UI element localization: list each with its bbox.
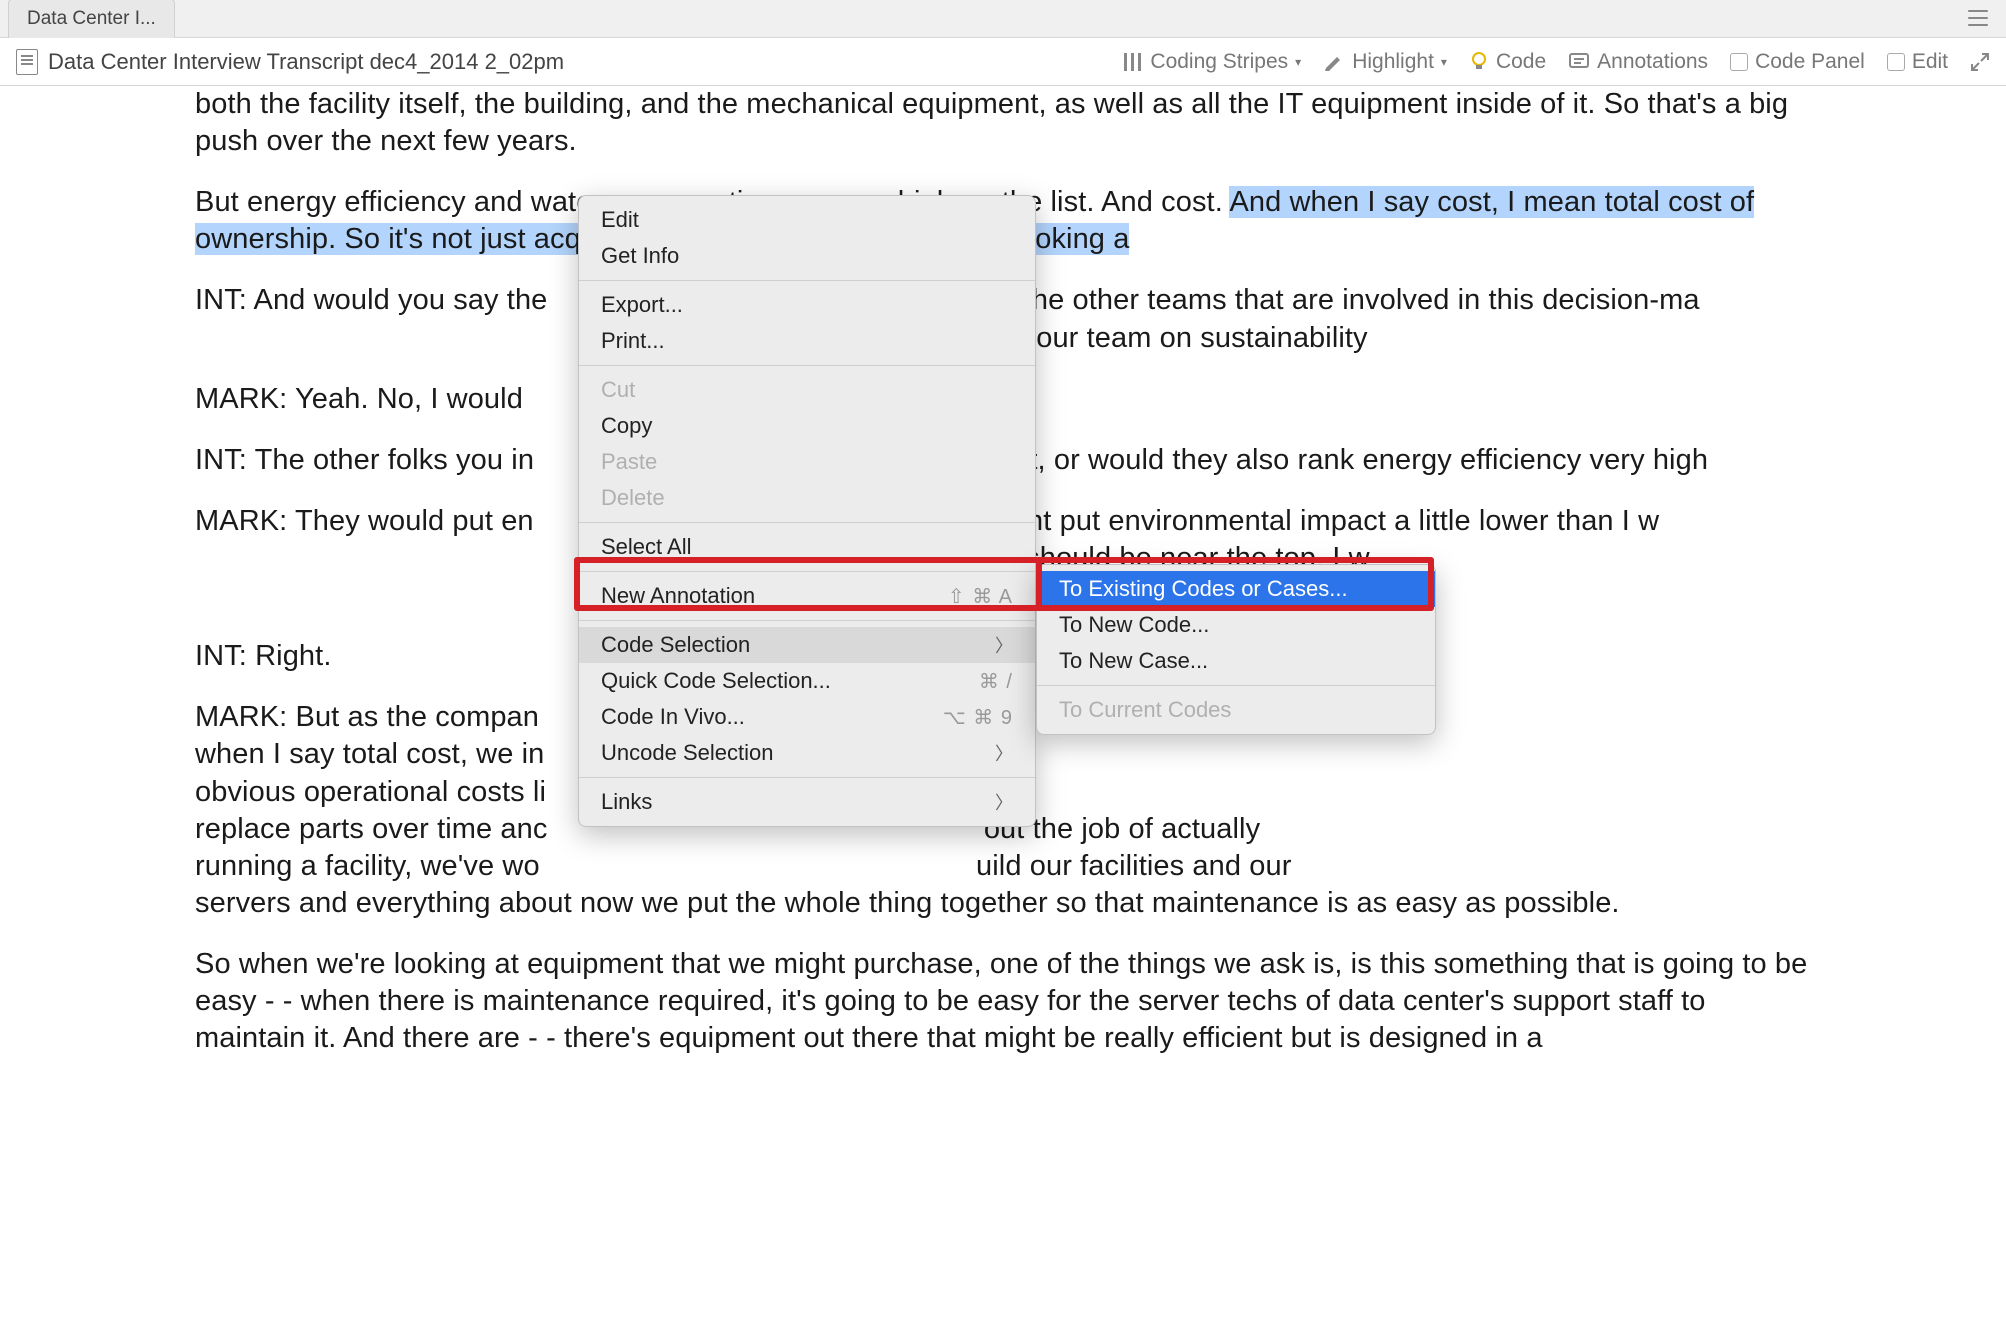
text-run: when I say total cost, we in	[195, 738, 544, 770]
menu-item-quick-code-selection[interactable]: Quick Code Selection... ⌘ /	[579, 663, 1035, 699]
document-icon	[16, 49, 38, 75]
menu-item-links[interactable]: Links 〉	[579, 784, 1035, 820]
text-run: uild our facilities and our	[976, 850, 1291, 882]
code-label: Code	[1496, 50, 1546, 74]
text-run: replace parts over time anc	[195, 813, 547, 845]
highlight-button[interactable]: Highlight ▾	[1323, 50, 1447, 74]
annotations-button[interactable]: Annotations	[1568, 50, 1708, 74]
document-toolbar: Data Center Interview Transcript dec4_20…	[0, 38, 2006, 86]
text-run: MARK: They would put en	[195, 505, 534, 537]
menu-item-code-selection[interactable]: Code Selection 〉	[579, 627, 1035, 663]
submenu-item-to-existing[interactable]: To Existing Codes or Cases...	[1037, 571, 1435, 607]
context-menu: Edit Get Info Export... Print... Cut Cop…	[578, 195, 1036, 827]
annotation-icon	[1568, 52, 1590, 72]
submenu-item-to-current-codes: To Current Codes	[1037, 692, 1435, 728]
tab-bar: Data Center I...	[0, 0, 2006, 38]
menu-separator	[579, 280, 1035, 281]
chevron-right-icon: 〉	[995, 789, 1013, 815]
menu-item-edit[interactable]: Edit	[579, 202, 1035, 238]
edit-label: Edit	[1912, 50, 1948, 74]
caret-down-icon: ▾	[1441, 55, 1447, 69]
text-run: servers and everything about now we put …	[195, 887, 1620, 919]
keyboard-shortcut: ⇧ ⌘ A	[948, 584, 1013, 609]
menu-item-uncode-selection[interactable]: Uncode Selection 〉	[579, 735, 1035, 771]
menu-item-export[interactable]: Export...	[579, 287, 1035, 323]
text-run: iput, or would they also rank energy eff…	[990, 444, 1708, 476]
coding-stripes-button[interactable]: Coding Stripes ▾	[1123, 50, 1301, 74]
menu-item-delete: Delete	[579, 480, 1035, 516]
menu-separator	[1037, 685, 1435, 686]
lightbulb-icon	[1469, 51, 1489, 73]
document-title: Data Center Interview Transcript dec4_20…	[48, 49, 564, 75]
menu-separator	[579, 522, 1035, 523]
text-run: might put environmental impact a little …	[980, 505, 1659, 537]
keyboard-shortcut: ⌥ ⌘ 9	[943, 705, 1013, 730]
menu-item-code-in-vivo[interactable]: Code In Vivo... ⌥ ⌘ 9	[579, 699, 1035, 735]
menu-item-cut: Cut	[579, 372, 1035, 408]
text-run: INT: The other folks you in	[195, 444, 534, 476]
menu-separator	[579, 571, 1035, 572]
code-panel-label: Code Panel	[1755, 50, 1865, 74]
coding-stripes-icon	[1123, 51, 1143, 73]
menu-item-copy[interactable]: Copy	[579, 408, 1035, 444]
menu-item-new-annotation[interactable]: New Annotation ⇧ ⌘ A	[579, 578, 1035, 614]
keyboard-shortcut: ⌘ /	[979, 669, 1013, 694]
document-tab[interactable]: Data Center I...	[8, 0, 175, 38]
highlighter-icon	[1323, 51, 1345, 73]
menu-item-print[interactable]: Print...	[579, 323, 1035, 359]
code-selection-submenu: To Existing Codes or Cases... To New Cod…	[1036, 564, 1436, 735]
hamburger-menu-icon[interactable]	[1968, 10, 1988, 26]
transcript-paragraph: So when we're looking at equipment that …	[195, 946, 1811, 1057]
checkbox-icon	[1730, 53, 1748, 71]
edit-toggle[interactable]: Edit	[1887, 50, 1948, 74]
menu-separator	[579, 365, 1035, 366]
text-run: the other teams that are involved in thi…	[1024, 284, 1700, 316]
coding-stripes-label: Coding Stripes	[1150, 50, 1288, 74]
caret-down-icon: ▾	[1295, 55, 1301, 69]
menu-item-select-all[interactable]: Select All	[579, 529, 1035, 565]
chevron-right-icon: 〉	[995, 632, 1013, 658]
highlight-label: Highlight	[1352, 50, 1434, 74]
menu-separator	[579, 777, 1035, 778]
text-run: obvious operational costs li	[195, 776, 546, 808]
annotations-label: Annotations	[1597, 50, 1708, 74]
menu-item-paste: Paste	[579, 444, 1035, 480]
text-run: MARK: But as the compan	[195, 701, 539, 733]
chevron-right-icon: 〉	[995, 740, 1013, 766]
transcript-paragraph: both the facility itself, the building, …	[195, 86, 1811, 160]
text-run: INT: And would you say the	[195, 284, 547, 316]
menu-separator	[579, 620, 1035, 621]
checkbox-icon	[1887, 53, 1905, 71]
text-run: running a facility, we've wo	[195, 850, 540, 882]
code-button[interactable]: Code	[1469, 50, 1546, 74]
menu-item-get-info[interactable]: Get Info	[579, 238, 1035, 274]
submenu-item-to-new-case[interactable]: To New Case...	[1037, 643, 1435, 679]
expand-icon[interactable]	[1970, 52, 1990, 72]
code-panel-toggle[interactable]: Code Panel	[1730, 50, 1865, 74]
submenu-item-to-new-code[interactable]: To New Code...	[1037, 607, 1435, 643]
